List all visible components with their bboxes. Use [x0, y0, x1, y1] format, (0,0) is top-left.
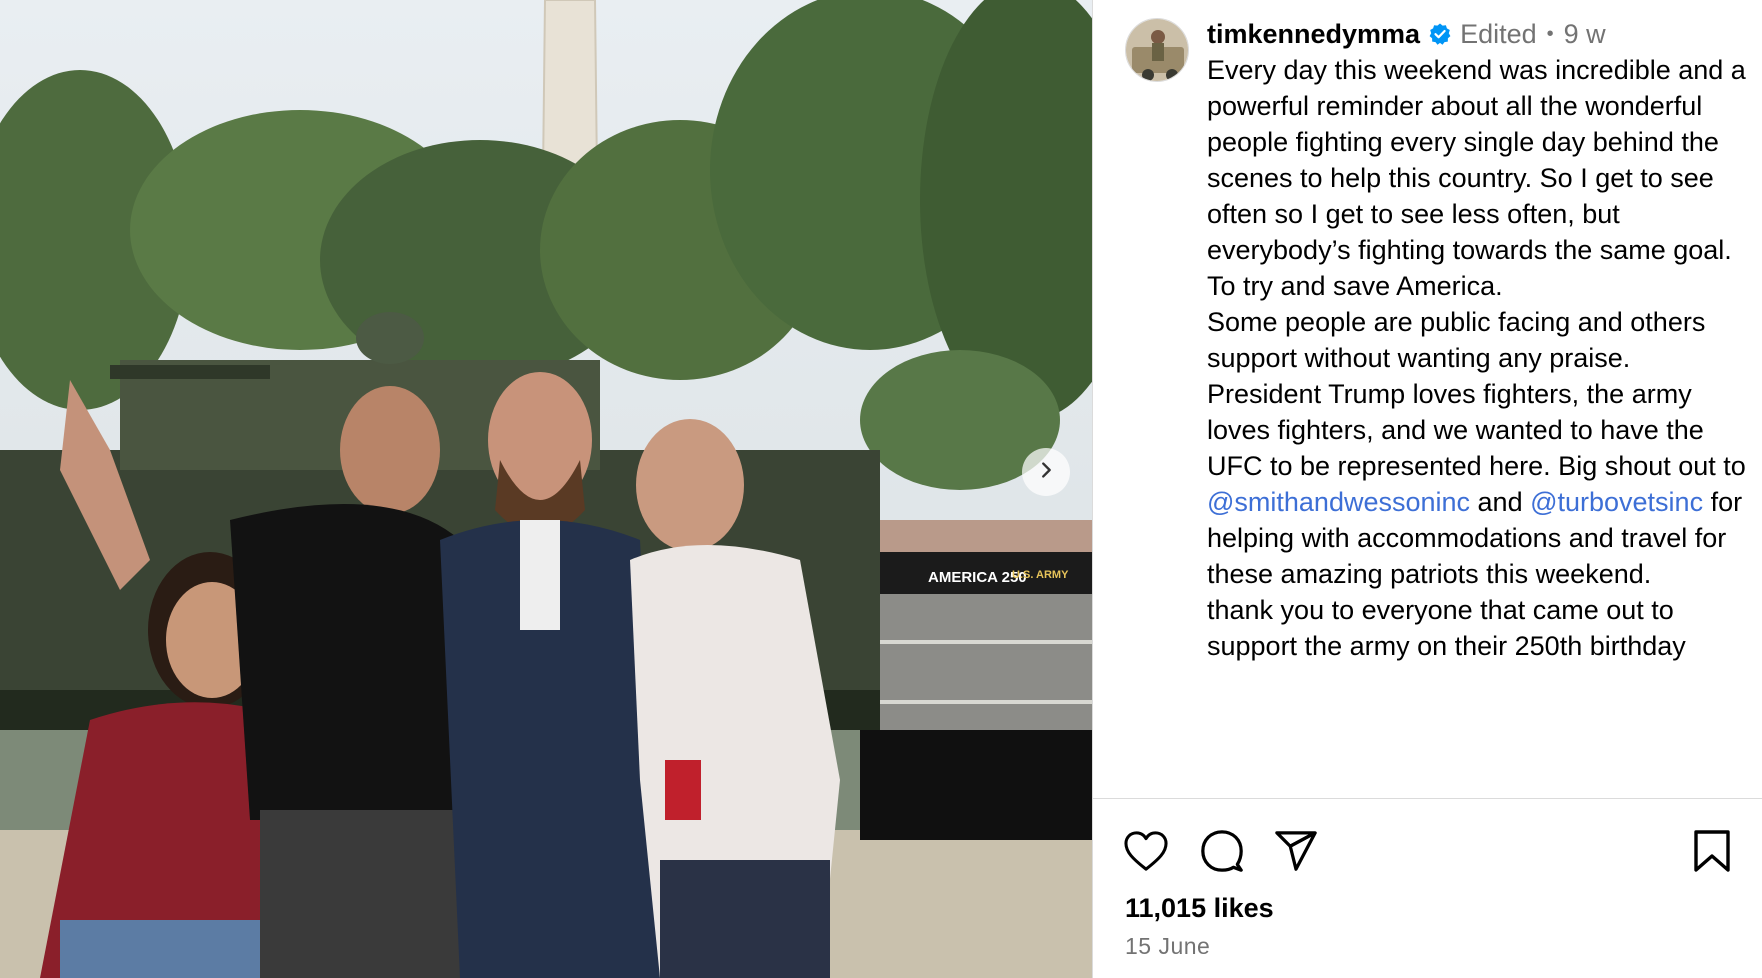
- edited-label: Edited: [1460, 19, 1537, 49]
- comment-button[interactable]: [1197, 828, 1247, 878]
- save-button[interactable]: [1687, 828, 1737, 878]
- caption-header: timkennedymma Edited • 9 w: [1207, 16, 1747, 52]
- action-bar: [1124, 828, 1737, 878]
- share-icon: [1273, 829, 1319, 878]
- mention-link[interactable]: @smithandwessoninc: [1207, 487, 1470, 517]
- chevron-right-icon: [1035, 459, 1057, 486]
- post-time[interactable]: 9 w: [1564, 16, 1606, 52]
- instagram-post: AMERICA 250 U.S. ARMY timkennedymma Edit…: [0, 0, 1762, 978]
- heart-icon: [1123, 830, 1169, 877]
- avatar[interactable]: [1125, 18, 1189, 82]
- caption-text: and: [1470, 487, 1531, 517]
- caption: timkennedymma Edited • 9 w Every day thi…: [1207, 16, 1747, 664]
- banner-right-text: U.S. ARMY: [1012, 569, 1069, 581]
- post-side-panel: timkennedymma Edited • 9 w Every day thi…: [1092, 0, 1762, 978]
- caption-paragraph-4: thank you to everyone that came out to s…: [1207, 595, 1686, 661]
- separator-dot: •: [1546, 23, 1554, 45]
- caption-text: President Trump loves fighters, the army…: [1207, 379, 1746, 481]
- like-button[interactable]: [1121, 828, 1171, 878]
- post-photo[interactable]: AMERICA 250 U.S. ARMY: [0, 0, 1092, 978]
- caption-paragraph-1: Every day this weekend was incredible an…: [1207, 55, 1746, 301]
- comment-icon: [1199, 828, 1245, 879]
- photo-illustration: AMERICA 250 U.S. ARMY: [0, 0, 1092, 978]
- post-date: 15 June: [1125, 933, 1211, 959]
- caption-paragraph-3: President Trump loves fighters, the army…: [1207, 376, 1747, 592]
- verified-badge-icon: [1428, 22, 1452, 46]
- username-link[interactable]: timkennedymma: [1207, 16, 1420, 52]
- next-photo-button[interactable]: [1022, 448, 1070, 496]
- bookmark-icon: [1693, 829, 1731, 878]
- mention-link[interactable]: @turbovetsinc: [1530, 487, 1703, 517]
- caption-paragraph-2: Some people are public facing and others…: [1207, 307, 1706, 373]
- divider: [1093, 798, 1762, 799]
- caption-area[interactable]: timkennedymma Edited • 9 w Every day thi…: [1093, 0, 1762, 798]
- likes-count[interactable]: 11,015 likes: [1125, 893, 1274, 924]
- share-button[interactable]: [1271, 828, 1321, 878]
